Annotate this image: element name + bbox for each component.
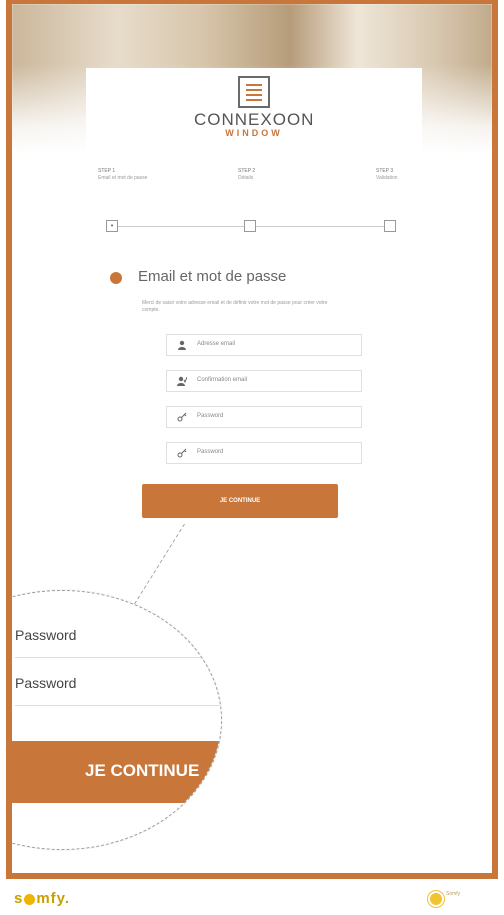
- section-bullet-icon: [110, 272, 122, 284]
- footer-tagline: Somfy: [446, 891, 461, 897]
- brand-title: CONNEXOON: [194, 110, 315, 129]
- zoom-continue-label: JE CONTINUE: [85, 761, 200, 780]
- step-3: STEP 3 Validation: [376, 168, 466, 182]
- step-2-number: STEP 2: [238, 168, 256, 174]
- section-title: Email et mot de passe: [138, 268, 287, 285]
- email-confirmation-field[interactable]: Confirmation email: [166, 370, 362, 392]
- key-icon: [177, 448, 187, 458]
- password-placeholder: Password: [197, 413, 224, 419]
- step-2: STEP 2 Détails: [238, 168, 328, 182]
- user-icon: [178, 340, 186, 350]
- email-confirmation-placeholder: Confirmation email: [197, 377, 248, 383]
- user-check-icon: [177, 376, 187, 386]
- step-2-checkbox[interactable]: [244, 220, 256, 232]
- window-icon: [238, 76, 270, 108]
- step-1-number: STEP 1: [98, 168, 116, 174]
- step-1-label: Email et mot de passe: [98, 175, 148, 181]
- somfy-logo: s mfy.: [14, 890, 71, 907]
- password-field[interactable]: Password: [166, 406, 362, 428]
- password-confirmation-field[interactable]: Password: [166, 442, 362, 464]
- footer: s mfy. Somfy: [0, 885, 504, 915]
- step-3-number: STEP 3: [376, 168, 394, 174]
- key-icon: [177, 412, 187, 422]
- app-frame: CONNEXOON WINDOW STEP 1 Email et mot de …: [6, 0, 498, 879]
- email-placeholder: Adresse email: [197, 341, 236, 347]
- step-3-checkbox[interactable]: [384, 220, 396, 232]
- section-description: Merci de saisir votre adresse email et d…: [142, 300, 328, 313]
- step-3-label: Validation: [376, 175, 398, 181]
- continue-button[interactable]: JE CONTINUE: [142, 484, 338, 518]
- step-1-checkbox[interactable]: •: [106, 220, 118, 232]
- zoom-password-label-2: Password: [15, 675, 77, 691]
- zoom-password-label-1: Password: [15, 627, 77, 643]
- step-1: STEP 1 Email et mot de passe: [98, 168, 188, 182]
- zoom-divider-1: [15, 657, 221, 658]
- step-2-label: Détails: [238, 175, 254, 181]
- stepper: STEP 1 Email et mot de passe • STEP 2 Dé…: [98, 168, 408, 232]
- sun-icon: [430, 893, 442, 905]
- email-field[interactable]: Adresse email: [166, 334, 362, 356]
- connexoon-logo: CONNEXOON WINDOW: [194, 76, 314, 138]
- zoom-divider-2: [15, 705, 221, 706]
- password-confirmation-placeholder: Password: [197, 449, 224, 455]
- zoom-continue-button: JE CONTINUE: [12, 741, 221, 803]
